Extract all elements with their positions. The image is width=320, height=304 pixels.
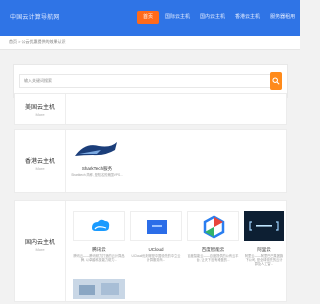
section-divider <box>65 94 66 124</box>
search-icon <box>272 77 280 85</box>
section-us-hosts: 美国云主机 More <box>14 93 287 125</box>
baidu-cloud-logo <box>187 211 239 241</box>
section-cn-hosts: 国内云主机 More 腾讯云 腾讯云——腾讯倾力打造的云计算品牌, 以卓越科技能… <box>14 200 287 302</box>
tencent-cloud-logo <box>73 211 125 241</box>
host-card[interactable] <box>73 279 125 299</box>
nav-item-international[interactable]: 国际云主机 <box>161 11 194 24</box>
nav-item-domestic[interactable]: 国内云主机 <box>196 11 229 24</box>
nav-item-hongkong[interactable]: 香港云主机 <box>231 11 264 24</box>
card-description: 百度智能云——百度提供的公有云平台, 让天下没有难做的... <box>187 254 239 263</box>
aliyun-logo <box>244 211 284 241</box>
section-title[interactable]: 美国云主机 <box>15 102 65 111</box>
card-name: 阿里云 <box>257 247 271 252</box>
card-description: UCloud优刻得是中国领先的中立云计算服务商... <box>131 254 181 263</box>
site-title[interactable]: 中国云计算导航网 <box>10 12 60 21</box>
host-card-image <box>73 279 125 299</box>
card-name: 腾讯云 <box>92 247 106 252</box>
ucloud-logo <box>130 211 182 241</box>
section-hk-hosts: 香港云主机 More SharkTech服务 Sharktech 简称, 是知名… <box>14 129 287 193</box>
host-card[interactable]: UCloud UCloud优刻得是中国领先的中立云计算服务商... <box>130 211 182 273</box>
host-card[interactable]: SharkTech服务 Sharktech 简称, 是知名的美国VPS... <box>71 136 123 198</box>
card-description: 腾讯云——腾讯倾力打造的云计算品牌, 以卓越科技能力助力... <box>73 254 125 263</box>
main-nav: 首页 国际云主机 国内云主机 香港云主机 服务器租用 <box>137 11 301 25</box>
sharktech-logo <box>71 136 123 166</box>
section-divider <box>65 201 66 301</box>
section-header: 香港云主机 More <box>15 130 65 192</box>
breadcrumb: 首页 > 公云优惠提供的效果认识 <box>0 36 300 50</box>
section-more-link[interactable]: More <box>15 166 65 171</box>
section-divider <box>65 130 66 192</box>
section-more-link[interactable]: More <box>15 247 65 252</box>
nav-item-home[interactable]: 首页 <box>137 11 160 24</box>
breadcrumb-text: 首页 > 公云优惠提供的效果认识 <box>9 39 66 44</box>
section-title[interactable]: 香港云主机 <box>15 156 65 165</box>
card-name: UCloud <box>148 247 164 252</box>
host-card[interactable]: 腾讯云 腾讯云——腾讯倾力打造的云计算品牌, 以卓越科技能力助力... <box>73 211 125 273</box>
top-nav-bar: 中国云计算导航网 首页 国际云主机 国内云主机 香港云主机 服务器租用 <box>0 0 300 36</box>
search-input[interactable]: 输入关键词搜索 <box>19 74 271 88</box>
card-description: Sharktech 简称, 是知名的美国VPS... <box>71 173 123 177</box>
host-card[interactable]: 百度智能云 百度智能云——百度提供的公有云平台, 让天下没有难做的... <box>187 211 239 273</box>
search-button[interactable] <box>270 72 282 90</box>
host-card[interactable]: 阿里云 阿里云——阿里巴巴集团旗下公司, 是全球领先的云计算及人工智... <box>244 211 284 273</box>
section-title[interactable]: 国内云主机 <box>15 237 65 246</box>
nav-item-server[interactable]: 服务器租用 <box>266 11 299 24</box>
card-description: 阿里云——阿里巴巴集团旗下公司, 是全球领先的云计算及人工智... <box>244 254 284 267</box>
card-name: SharkTech服务 <box>81 166 113 171</box>
section-header: 国内云主机 More <box>15 201 65 301</box>
card-name: 百度智能云 <box>201 247 225 252</box>
section-header: 美国云主机 More <box>15 94 65 124</box>
section-more-link[interactable]: More <box>15 112 65 117</box>
